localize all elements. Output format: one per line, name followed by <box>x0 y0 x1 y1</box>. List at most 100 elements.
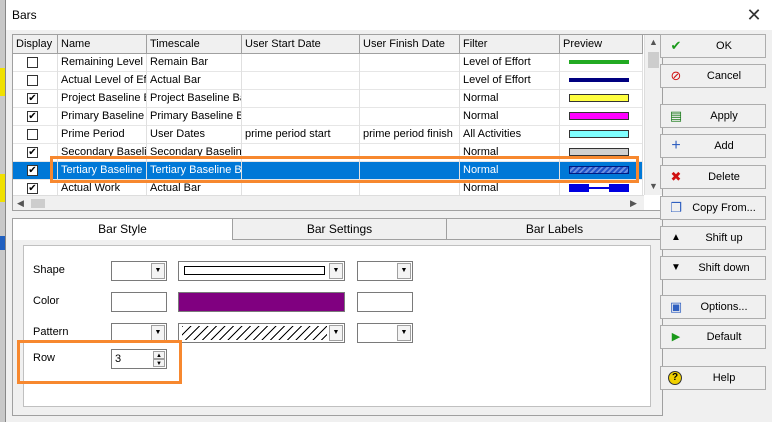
ok-button[interactable]: ✔ OK <box>660 34 766 58</box>
bars-grid: Display Name Timescale User Start Date U… <box>12 34 663 211</box>
add-button[interactable]: + Add <box>660 134 766 158</box>
tab-bar-style[interactable]: Bar Style <box>13 219 233 240</box>
middle-pattern-combo[interactable]: ▼ <box>178 323 345 343</box>
filter-cell[interactable]: Normal <box>460 90 560 108</box>
filter-cell[interactable]: Normal <box>460 108 560 126</box>
chevron-down-icon[interactable]: ▼ <box>329 325 343 341</box>
delete-button[interactable]: ✖ Delete <box>660 165 766 189</box>
scroll-thumb[interactable] <box>648 52 659 68</box>
table-row[interactable]: ✔ Primary BaselinePrimary Baseline Bar Nor… <box>13 108 643 126</box>
chevron-down-icon[interactable]: ▼ <box>397 263 411 279</box>
display-checkbox[interactable] <box>27 129 38 140</box>
help-button[interactable]: ? Help <box>660 366 766 390</box>
options-button[interactable]: ▣ Options... <box>660 295 766 319</box>
user-finish-cell[interactable]: prime period finish <box>360 126 460 144</box>
chevron-down-icon[interactable]: ▼ <box>151 263 165 279</box>
scroll-left-icon[interactable]: ◀ <box>17 198 24 209</box>
column-header-filter[interactable]: Filter <box>460 35 560 53</box>
end-shape-combo[interactable]: ▼ <box>357 261 413 281</box>
timescale-cell[interactable]: Actual Bar <box>147 72 242 90</box>
pattern-label: Pattern <box>33 326 69 338</box>
table-row[interactable]: Actual Level of EffortActual Bar Level of… <box>13 72 643 90</box>
chevron-down-icon[interactable]: ▼ <box>397 325 411 341</box>
column-header-timescale[interactable]: Timescale <box>147 35 242 53</box>
user-start-cell[interactable] <box>242 90 360 108</box>
name-cell[interactable]: Primary Baseline <box>58 108 147 126</box>
user-finish-cell[interactable] <box>360 54 460 72</box>
display-checkbox[interactable]: ✔ <box>27 111 38 122</box>
bar-preview <box>569 94 629 102</box>
end-color-swatch[interactable] <box>357 292 413 312</box>
display-checkbox[interactable]: ✔ <box>27 93 38 104</box>
tab-bar-settings[interactable]: Bar Settings <box>233 219 447 240</box>
user-start-cell[interactable]: prime period start <box>242 126 360 144</box>
column-header-name[interactable]: Name <box>58 35 147 53</box>
user-finish-cell[interactable] <box>360 72 460 90</box>
name-cell[interactable]: Project Baseline Bar <box>58 90 147 108</box>
cancel-button[interactable]: ⊘ Cancel <box>660 64 766 88</box>
display-checkbox[interactable]: ✔ <box>27 147 38 158</box>
name-cell[interactable]: Prime Period <box>58 126 147 144</box>
close-icon[interactable]: ✕ <box>743 4 765 26</box>
filter-cell[interactable]: All Activities <box>460 126 560 144</box>
copy-from-button[interactable]: ❐ Copy From... <box>660 196 766 220</box>
table-row[interactable]: Prime Period User Dates prime period start… <box>13 126 643 144</box>
filter-cell[interactable]: Level of Effort <box>460 54 560 72</box>
display-cell: ✔ <box>13 108 58 126</box>
shape-sample <box>184 266 325 275</box>
filter-cell[interactable]: Level of Effort <box>460 72 560 90</box>
user-finish-cell[interactable] <box>360 108 460 126</box>
column-header-display[interactable]: Display <box>13 35 58 53</box>
timescale-cell[interactable]: Remain Bar <box>147 54 242 72</box>
options-icon: ▣ <box>669 299 683 314</box>
scroll-down-icon[interactable]: ▼ <box>649 181 658 191</box>
apply-button[interactable]: ▤ Apply <box>660 104 766 128</box>
preview-cell <box>560 54 643 72</box>
table-row[interactable]: ✔ Project Baseline BarProject Baseline Ba… <box>13 90 643 108</box>
horizontal-scrollbar[interactable]: ◀ ▶ <box>13 195 644 210</box>
table-row[interactable]: Remaining Level of EffortRemain Bar Level… <box>13 54 643 72</box>
column-header-preview[interactable]: Preview <box>560 35 643 53</box>
name-cell[interactable]: Remaining Level of Effort <box>58 54 147 72</box>
display-checkbox[interactable]: ✔ <box>27 183 38 194</box>
middle-shape-combo[interactable]: ▼ <box>178 261 345 281</box>
timescale-cell[interactable]: Project Baseline Bar <box>147 90 242 108</box>
chevron-down-icon[interactable]: ▼ <box>329 263 343 279</box>
bar-preview <box>569 184 629 192</box>
end-pattern-combo[interactable]: ▼ <box>357 323 413 343</box>
user-start-cell[interactable] <box>242 54 360 72</box>
hscroll-thumb[interactable] <box>31 199 45 208</box>
start-color-swatch[interactable] <box>111 292 167 312</box>
grid-header: Display Name Timescale User Start Date U… <box>13 35 643 54</box>
preview-cell <box>560 126 643 144</box>
scroll-up-icon[interactable]: ▲ <box>649 37 658 47</box>
play-icon: ▶ <box>671 331 681 343</box>
display-cell <box>13 72 58 90</box>
column-header-user-finish[interactable]: User Finish Date <box>360 35 460 53</box>
timescale-cell[interactable]: Primary Baseline Bar <box>147 108 242 126</box>
middle-color-swatch[interactable] <box>178 292 345 312</box>
display-checkbox[interactable]: ✔ <box>27 165 38 176</box>
copy-icon: ❐ <box>670 200 682 215</box>
tab-bar-labels[interactable]: Bar Labels <box>447 219 662 240</box>
user-start-cell[interactable] <box>242 108 360 126</box>
default-button[interactable]: ▶ Default <box>660 325 766 349</box>
scroll-right-icon[interactable]: ▶ <box>630 198 637 209</box>
start-shape-combo[interactable]: ▼ <box>111 261 167 281</box>
user-start-cell[interactable] <box>242 72 360 90</box>
user-finish-cell[interactable] <box>360 90 460 108</box>
shift-up-button[interactable]: ▲ Shift up <box>660 226 766 250</box>
timescale-cell[interactable]: User Dates <box>147 126 242 144</box>
display-checkbox[interactable] <box>27 57 38 68</box>
title-bar: Bars ✕ <box>6 0 772 30</box>
preview-cell <box>560 72 643 90</box>
column-header-user-start[interactable]: User Start Date <box>242 35 360 53</box>
preview-cell <box>560 90 643 108</box>
shift-down-button[interactable]: ▼ Shift down <box>660 256 766 280</box>
bar-preview <box>569 60 629 64</box>
color-label: Color <box>33 295 60 307</box>
chevron-down-icon[interactable]: ▼ <box>151 325 165 341</box>
selected-row-highlight <box>50 156 639 183</box>
display-checkbox[interactable] <box>27 75 38 86</box>
name-cell[interactable]: Actual Level of Effort <box>58 72 147 90</box>
